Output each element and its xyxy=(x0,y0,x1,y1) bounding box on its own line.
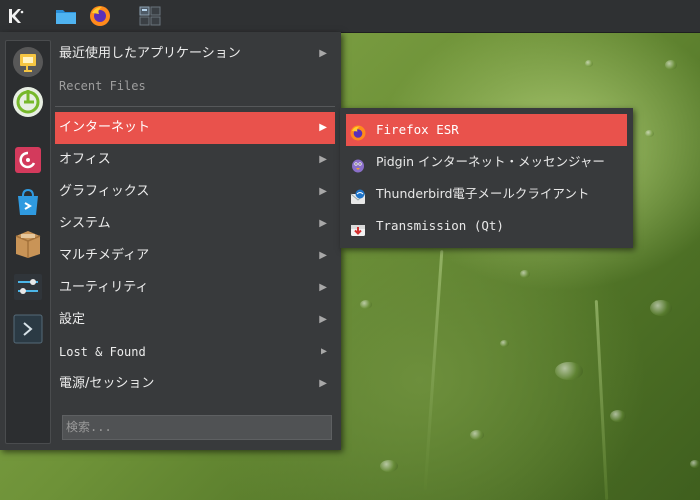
firefox-icon xyxy=(350,122,366,141)
chevron-right-icon: ▶ xyxy=(319,48,327,59)
wallpaper-drop xyxy=(360,300,372,309)
search-input[interactable]: 検索... xyxy=(62,415,332,440)
submenu-item-thunderbird[interactable]: Thunderbird電子メールクライアント xyxy=(346,178,627,210)
recent-applications-item[interactable]: 最近使用したアプリケーション ▶ xyxy=(55,38,335,70)
chevron-right-icon: ▶ xyxy=(319,218,327,229)
category-label: システム xyxy=(59,216,111,231)
category-settings[interactable]: 設定 ▶ xyxy=(55,304,335,336)
wallpaper-drop xyxy=(555,362,583,380)
wallpaper-streak xyxy=(423,250,444,490)
chevron-right-icon: ▶ xyxy=(319,282,327,293)
chevron-right-icon: ▶ xyxy=(319,154,327,165)
category-internet[interactable]: インターネット ▶ xyxy=(55,112,335,144)
chevron-right-icon: ▶ xyxy=(319,378,327,389)
wallpaper-drop xyxy=(645,130,654,137)
wallpaper-drop xyxy=(610,410,626,422)
file-manager-icon[interactable] xyxy=(54,4,78,28)
submenu-item-label: Pidgin インターネット・メッセンジャー xyxy=(376,154,605,169)
transmission-icon xyxy=(350,218,366,236)
category-label: オフィス xyxy=(59,152,111,167)
wallpaper-drop xyxy=(665,60,677,70)
power-ring-icon[interactable] xyxy=(12,86,44,118)
category-utilities[interactable]: ユーティリティ ▶ xyxy=(55,272,335,304)
terminal-icon[interactable] xyxy=(12,313,44,345)
category-office[interactable]: オフィス ▶ xyxy=(55,144,335,176)
category-lost-and-found[interactable]: Lost & Found ▶ xyxy=(55,336,335,368)
application-menu: 最近使用したアプリケーション ▶ Recent Files インターネット ▶ … xyxy=(0,32,341,450)
wallpaper-drop xyxy=(470,430,484,440)
chevron-right-icon: ▶ xyxy=(319,186,327,197)
wallpaper-drop xyxy=(690,460,700,468)
kde-launcher-icon[interactable] xyxy=(4,4,28,28)
menu-separator xyxy=(55,106,335,107)
chevron-right-icon: ▶ xyxy=(319,314,327,325)
archive-box-icon[interactable] xyxy=(12,228,44,260)
wallpaper-drop xyxy=(585,60,593,67)
pager-icon[interactable] xyxy=(138,4,162,28)
submenu-item-label: Firefox ESR xyxy=(376,122,459,137)
submenu-item-firefox[interactable]: Firefox ESR xyxy=(346,114,627,146)
category-system[interactable]: システム ▶ xyxy=(55,208,335,240)
category-label: ユーティリティ xyxy=(59,280,149,295)
category-power-session[interactable]: 電源/セッション ▶ xyxy=(55,368,335,400)
thunderbird-icon xyxy=(350,186,366,204)
recent-files-header: Recent Files xyxy=(59,79,146,93)
category-label: Lost & Found xyxy=(59,345,146,359)
software-store-icon[interactable] xyxy=(12,186,44,218)
chevron-right-icon: ▶ xyxy=(320,346,327,357)
presentation-app-icon[interactable] xyxy=(12,46,44,78)
submenu-item-label: Transmission (Qt) xyxy=(376,218,504,233)
wallpaper-drop xyxy=(500,340,509,347)
chevron-right-icon: ▶ xyxy=(319,250,327,261)
debian-package-icon[interactable] xyxy=(12,144,44,176)
category-list: 最近使用したアプリケーション ▶ Recent Files インターネット ▶ … xyxy=(55,38,335,400)
system-settings-icon[interactable] xyxy=(12,271,44,303)
firefox-icon[interactable] xyxy=(88,4,112,28)
category-graphics[interactable]: グラフィックス ▶ xyxy=(55,176,335,208)
internet-submenu: Firefox ESR Pidgin インターネット・メッセンジャー Thund… xyxy=(340,108,633,248)
pidgin-icon xyxy=(350,154,366,173)
top-panel xyxy=(0,0,700,32)
category-label: マルチメディア xyxy=(59,248,150,263)
favorites-bar xyxy=(5,40,51,444)
submenu-item-pidgin[interactable]: Pidgin インターネット・メッセンジャー xyxy=(346,146,627,178)
submenu-item-transmission[interactable]: Transmission (Qt) xyxy=(346,210,627,242)
category-label: インターネット xyxy=(59,120,151,135)
category-multimedia[interactable]: マルチメディア ▶ xyxy=(55,240,335,272)
category-label: グラフィックス xyxy=(59,184,150,199)
category-label: 電源/セッション xyxy=(59,376,155,391)
category-label: 設定 xyxy=(59,312,86,327)
chevron-right-icon: ▶ xyxy=(319,122,327,133)
recent-applications-label: 最近使用したアプリケーション xyxy=(59,46,241,61)
wallpaper-streak xyxy=(594,300,609,500)
wallpaper-drop xyxy=(380,460,398,472)
wallpaper-drop xyxy=(520,270,530,278)
submenu-item-label: Thunderbird電子メールクライアント xyxy=(376,186,590,201)
wallpaper-drop xyxy=(650,300,672,316)
